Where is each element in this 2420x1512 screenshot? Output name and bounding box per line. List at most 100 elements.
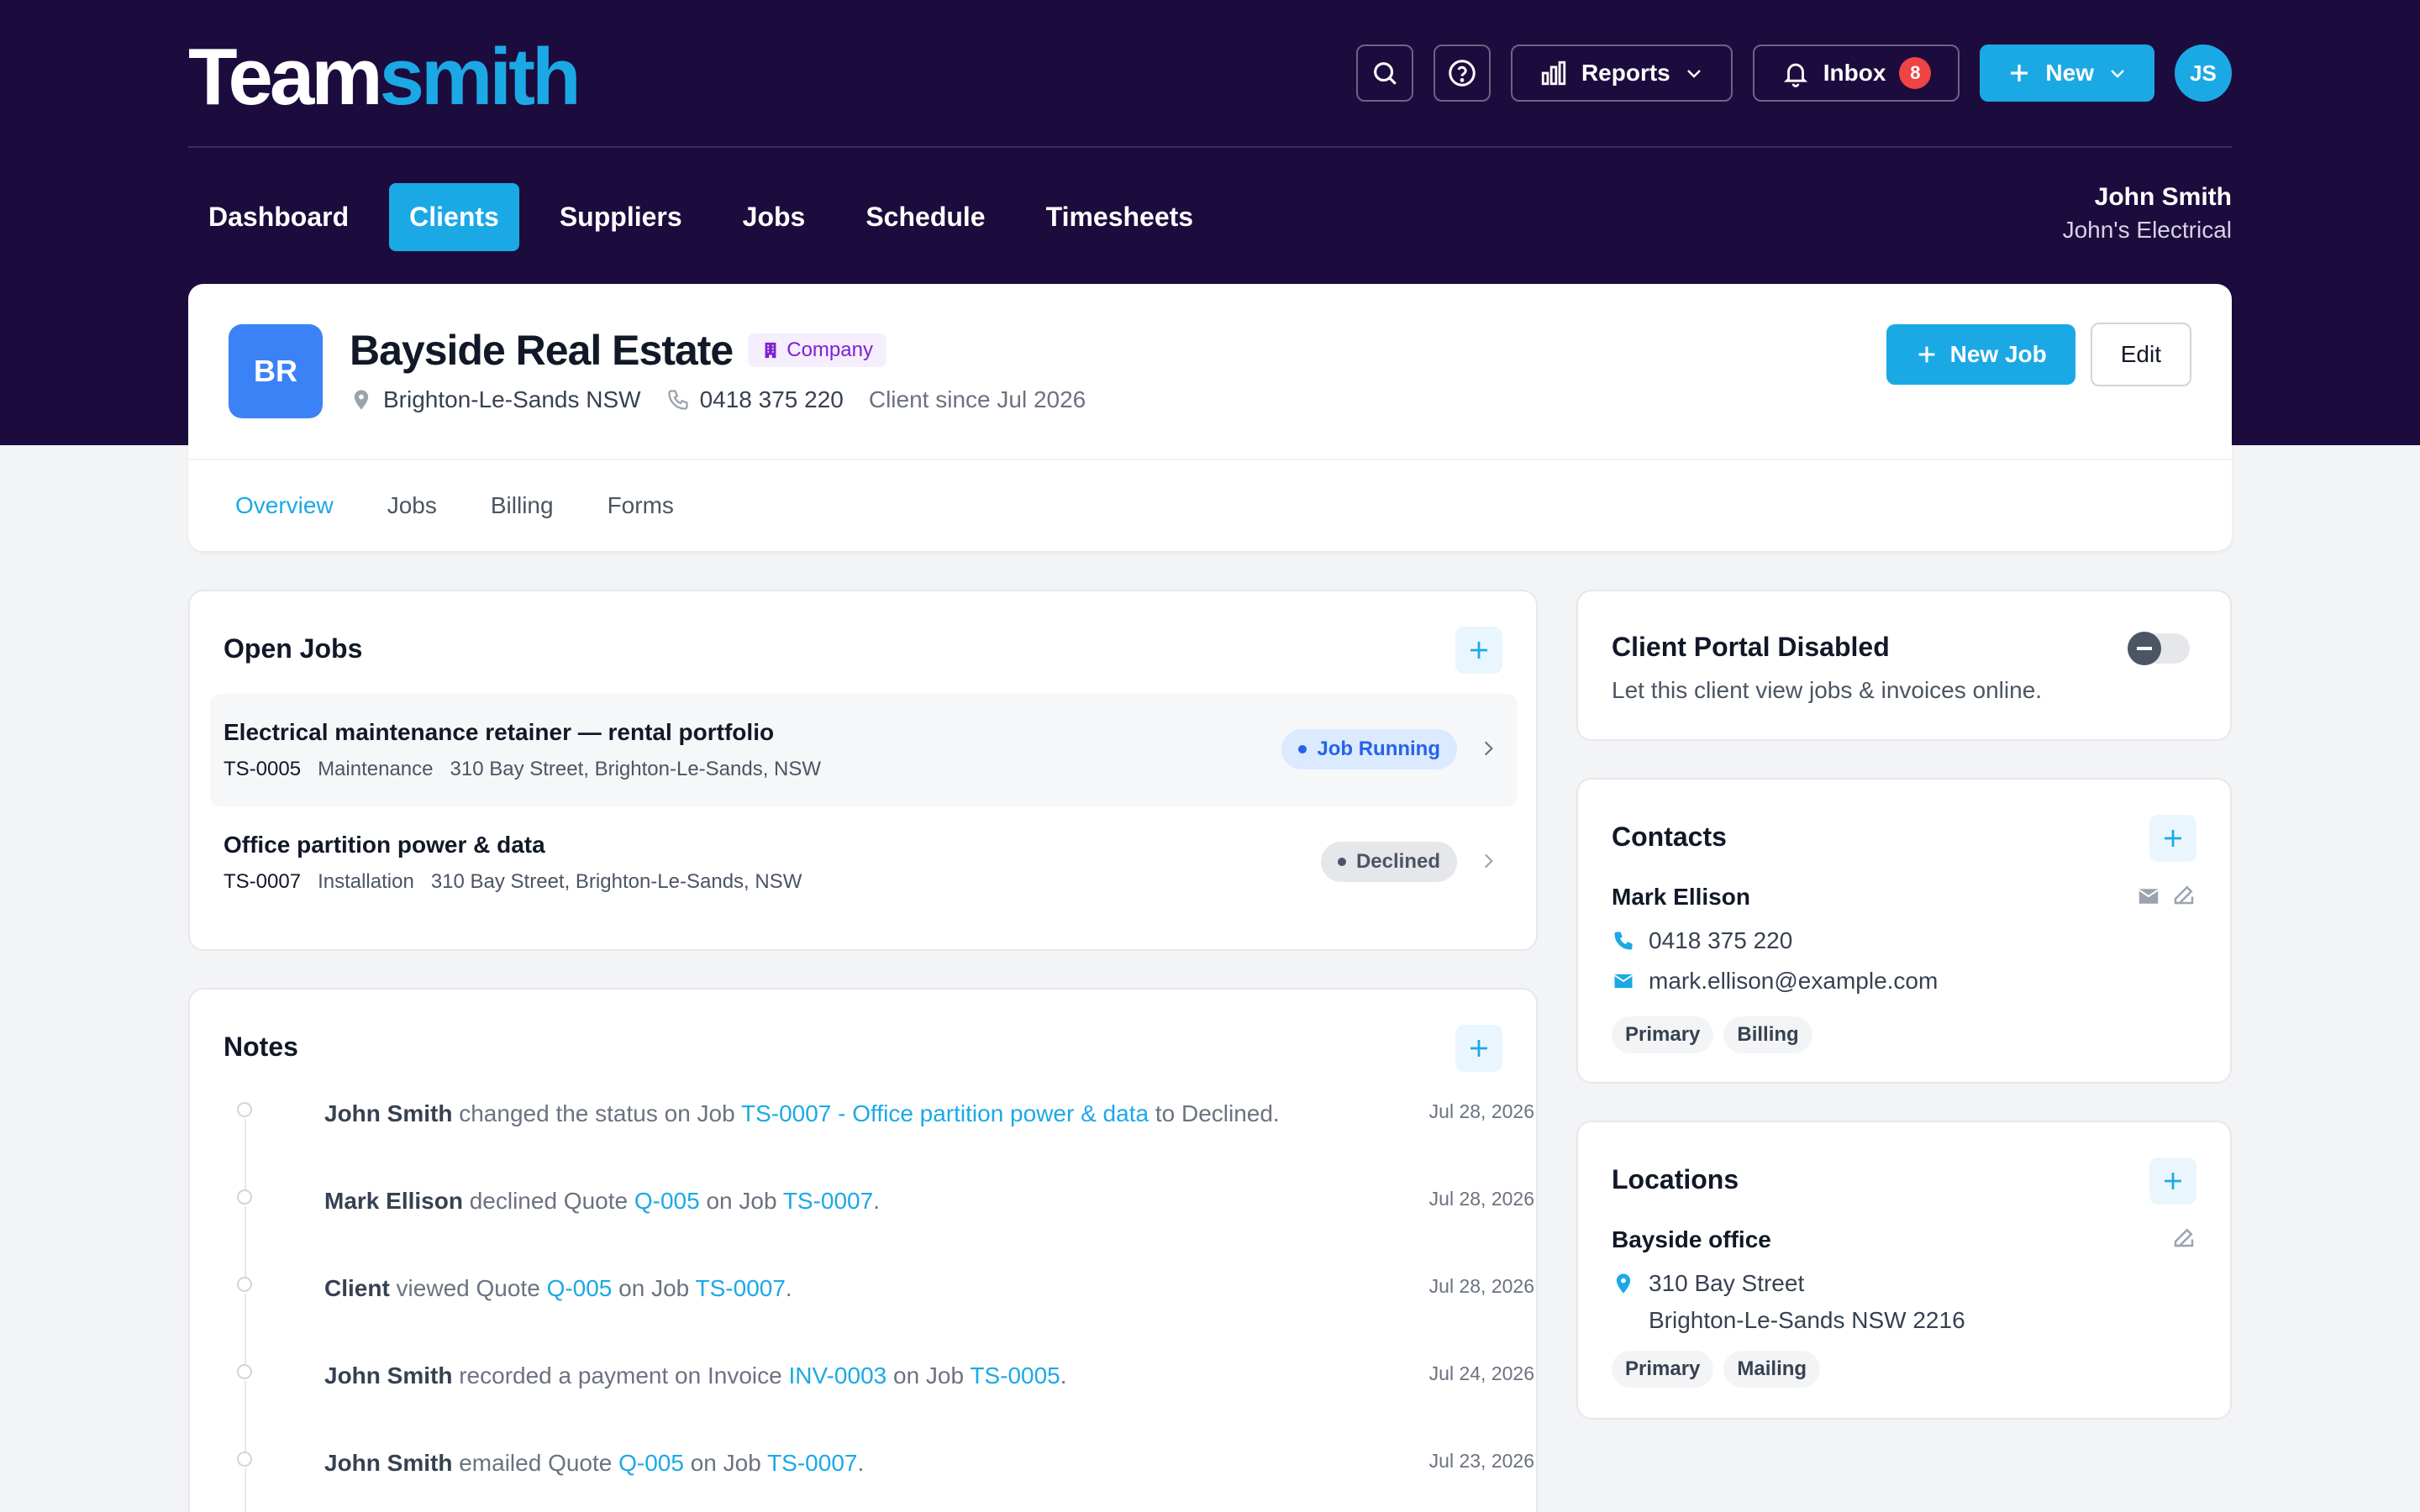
note-item: John Smith changed the status on Job TS-… xyxy=(224,1082,1534,1191)
client-location: Brighton-Le-Sands NSW xyxy=(350,386,641,413)
reports-menu-button[interactable]: Reports xyxy=(1510,45,1733,102)
location-tags: Primary Mailing xyxy=(1612,1351,1821,1388)
location-name: Bayside office xyxy=(1612,1226,1771,1252)
tag-primary: Primary xyxy=(1612,1016,1714,1053)
add-job-button[interactable] xyxy=(1455,627,1502,674)
client-phone[interactable]: 0418 375 220 xyxy=(666,386,844,413)
search-button[interactable] xyxy=(1355,45,1413,102)
job-row[interactable]: Electrical maintenance retainer — rental… xyxy=(210,694,1518,806)
tab-forms[interactable]: Forms xyxy=(608,492,674,519)
inbox-label: Inbox xyxy=(1823,60,1886,86)
job-address: 310 Bay Street, Brighton-Le-Sands, NSW xyxy=(450,758,822,780)
note-link[interactable]: Q-005 xyxy=(547,1275,613,1301)
timeline-bullet xyxy=(237,1189,252,1205)
job-meta: TS-0005 Maintenance 310 Bay Street, Brig… xyxy=(224,758,821,781)
client-name-row: Bayside Real Estate Company xyxy=(350,326,886,375)
note-link[interactable]: TS-0007 xyxy=(696,1275,786,1301)
new-label: New xyxy=(2045,60,2094,86)
chevron-right-icon xyxy=(1484,741,1493,756)
add-note-button[interactable] xyxy=(1455,1025,1502,1072)
contact-email[interactable]: mark.ellison@example.com xyxy=(1612,968,1938,995)
note-text-part: recorded a payment on Invoice xyxy=(452,1362,789,1389)
edit-contact-icon[interactable] xyxy=(2171,882,2196,907)
plus-icon xyxy=(2011,65,2028,81)
note-link[interactable]: TS-0007 - Office partition power & data xyxy=(741,1100,1149,1126)
locations-card: Locations Bayside office 310 Bay Street … xyxy=(1576,1121,2232,1420)
job-number: TS-0007 xyxy=(224,870,302,893)
user-company: John's Electrical xyxy=(2062,217,2232,243)
nav-item-schedule[interactable]: Schedule xyxy=(845,183,1005,251)
note-date: Jul 23, 2026 xyxy=(1428,1450,1534,1472)
status-dot xyxy=(1337,858,1346,866)
nav-item-jobs[interactable]: Jobs xyxy=(723,183,826,251)
nav-item-dashboard[interactable]: Dashboard xyxy=(188,183,369,251)
tab-billing[interactable]: Billing xyxy=(491,492,554,519)
app-header: Teamsmith Reports Inbox 8 New JS xyxy=(188,0,2232,148)
edit-location-icon[interactable] xyxy=(2171,1225,2196,1250)
note-item: Mark Ellison declined Quote Q-005 on Job… xyxy=(224,1169,1534,1278)
email-contact-icon[interactable] xyxy=(2136,884,2161,909)
current-user[interactable]: John Smith John's Electrical xyxy=(2063,183,2232,244)
job-title: Electrical maintenance retainer — rental… xyxy=(224,719,775,745)
nav-item-clients[interactable]: Clients xyxy=(389,182,519,251)
note-date: Jul 28, 2026 xyxy=(1428,1100,1534,1122)
client-type-label: Company xyxy=(786,339,873,361)
job-status-label: Job Running xyxy=(1317,738,1440,760)
map-pin-icon xyxy=(1616,1273,1631,1294)
note-text-part: to Declined. xyxy=(1149,1100,1280,1126)
note-text-part: on Job xyxy=(683,1450,768,1476)
reports-label: Reports xyxy=(1581,60,1670,86)
address-line-1: 310 Bay Street xyxy=(1649,1270,1805,1296)
tab-overview[interactable]: Overview xyxy=(235,492,334,519)
note-text-part: . xyxy=(785,1275,792,1301)
contacts-title: Contacts xyxy=(1612,822,1727,852)
note-link[interactable]: TS-0005 xyxy=(970,1362,1060,1389)
timeline-line xyxy=(245,1468,246,1512)
note-link[interactable]: TS-0007 xyxy=(767,1450,857,1476)
main-nav: Dashboard Clients Suppliers Jobs Schedul… xyxy=(188,150,2232,284)
note-date: Jul 24, 2026 xyxy=(1428,1362,1534,1384)
client-header-card: BR Bayside Real Estate Company Brighton-… xyxy=(188,284,2232,551)
add-contact-button[interactable] xyxy=(2149,815,2196,862)
client-tabs: Overview Jobs Billing Forms xyxy=(188,459,2232,551)
client-portal-title: Client Portal Disabled xyxy=(1612,632,1890,662)
note-link[interactable]: Q-005 xyxy=(634,1188,700,1214)
note-text: John Smith recorded a payment on Invoice… xyxy=(324,1362,1067,1389)
location-address: 310 Bay Street xyxy=(1612,1270,1804,1297)
client-portal-toggle[interactable] xyxy=(2128,632,2190,665)
tag-primary: Primary xyxy=(1612,1351,1714,1388)
note-actor: John Smith xyxy=(324,1100,453,1126)
client-meta: Brighton-Le-Sands NSW 0418 375 220 Clien… xyxy=(350,386,1086,413)
inbox-button[interactable]: Inbox 8 xyxy=(1752,45,1960,102)
user-avatar[interactable]: JS xyxy=(2175,45,2232,102)
nav-item-suppliers[interactable]: Suppliers xyxy=(539,183,702,251)
note-link[interactable]: Q-005 xyxy=(618,1450,684,1476)
note-text-part: on Job xyxy=(612,1275,696,1301)
new-menu-button[interactable]: New xyxy=(1980,45,2154,102)
chevron-down-icon xyxy=(1686,70,1701,78)
job-status-label: Declined xyxy=(1355,850,1440,873)
contact-name: Mark Ellison xyxy=(1612,884,1750,910)
timeline-bullet xyxy=(237,1277,252,1292)
contacts-card: Contacts Mark Ellison 0418 375 220 mark.… xyxy=(1576,778,2232,1084)
add-location-button[interactable] xyxy=(2149,1158,2196,1205)
envelope-icon xyxy=(1613,974,1634,989)
contact-phone[interactable]: 0418 375 220 xyxy=(1612,927,1792,954)
chevron-down-icon xyxy=(2111,70,2124,78)
job-row[interactable]: Office partition power & data TS-0007 In… xyxy=(210,806,1518,919)
notes-title: Notes xyxy=(224,1032,298,1062)
app-logo[interactable]: Teamsmith xyxy=(188,37,581,118)
bar-chart-icon xyxy=(1541,60,1566,86)
note-link[interactable]: TS-0007 xyxy=(783,1188,873,1214)
note-text-part: changed the status on Job xyxy=(452,1100,741,1126)
edit-client-button[interactable]: Edit xyxy=(2090,323,2191,386)
note-text: Mark Ellison declined Quote Q-005 on Job… xyxy=(324,1188,880,1215)
nav-item-timesheets[interactable]: Timesheets xyxy=(1026,183,1214,251)
job-type: Maintenance xyxy=(318,758,434,780)
tab-jobs[interactable]: Jobs xyxy=(387,492,437,519)
note-actor: Mark Ellison xyxy=(324,1188,463,1214)
note-link[interactable]: INV-0003 xyxy=(788,1362,886,1389)
new-job-button[interactable]: New Job xyxy=(1886,324,2075,385)
help-button[interactable] xyxy=(1433,45,1491,102)
search-icon xyxy=(1374,62,1397,85)
